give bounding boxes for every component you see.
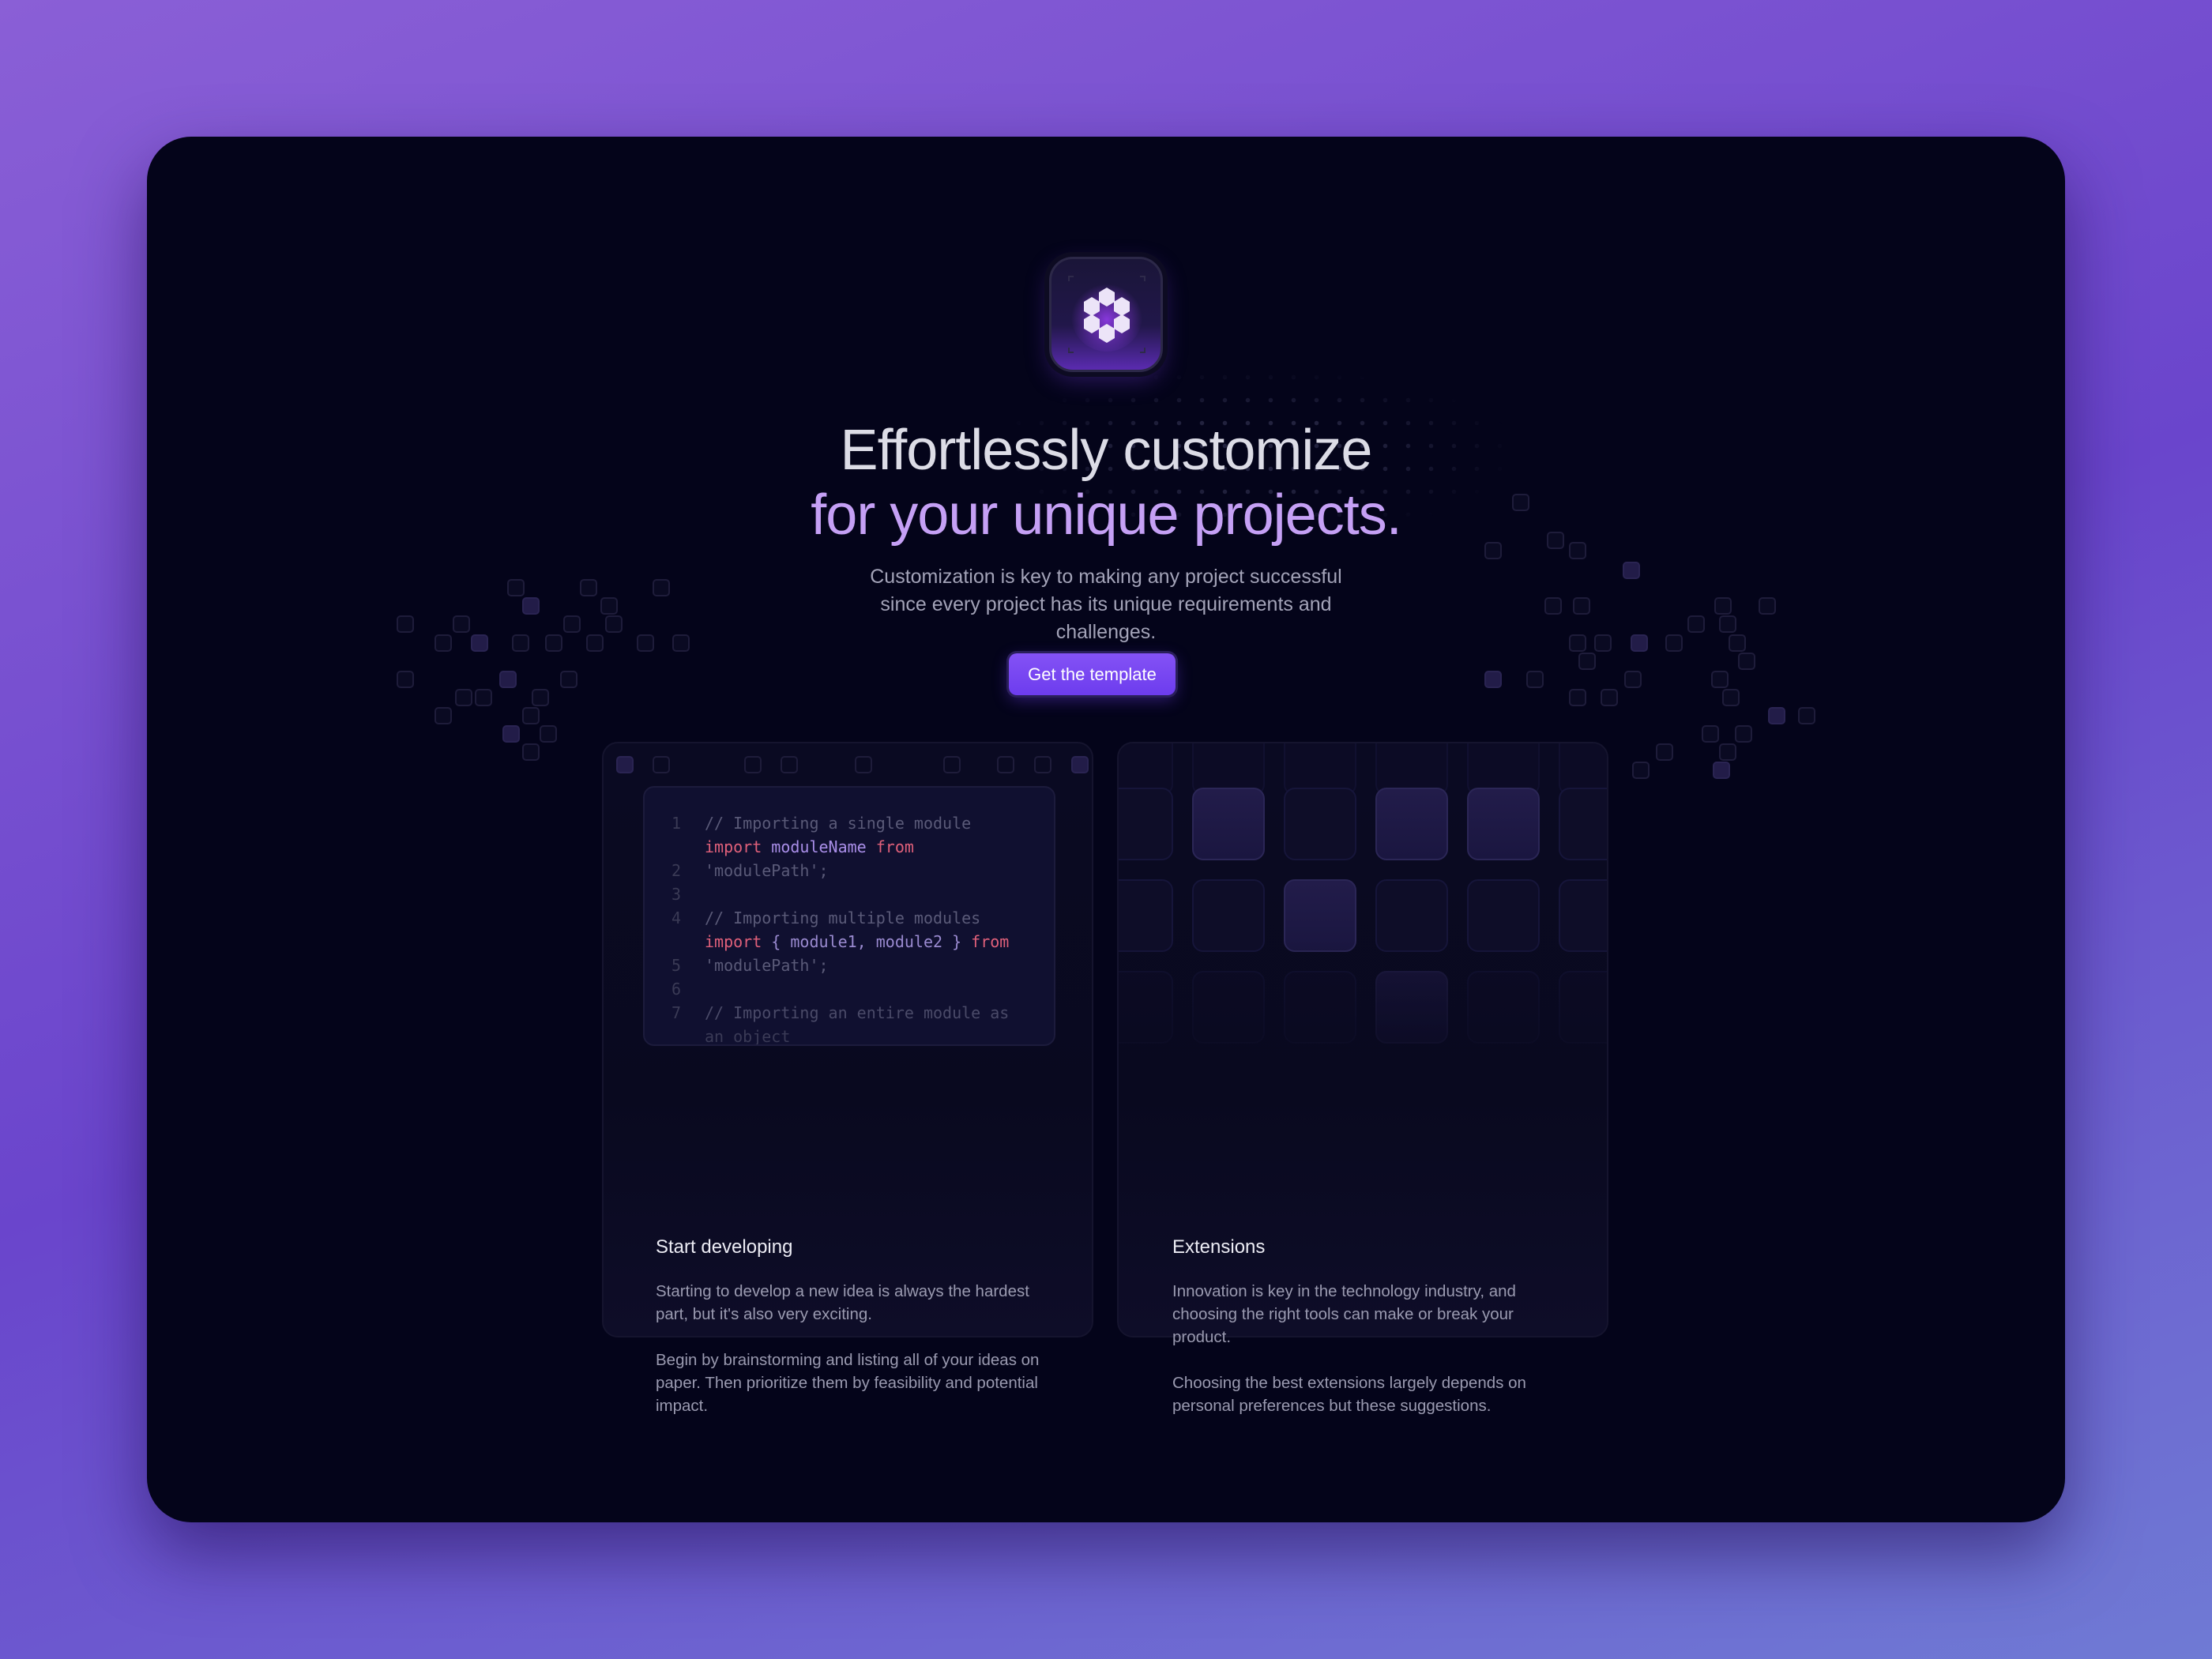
extension-tile — [1375, 788, 1448, 860]
card-paragraph: Starting to develop a new idea is always… — [656, 1282, 1029, 1323]
square-decoration — [499, 671, 517, 688]
code-line: import { module1, module2 } from — [705, 932, 1010, 951]
card-paragraph: Choosing the best extensions largely dep… — [1172, 1374, 1526, 1415]
square-decoration — [397, 615, 414, 633]
square-decoration — [1719, 615, 1736, 633]
square-decoration — [1656, 743, 1673, 761]
code-line: // Importing multiple modules — [705, 908, 981, 927]
square-decoration — [1714, 597, 1732, 615]
line-number: 4 — [671, 908, 681, 927]
square-decoration — [540, 725, 557, 743]
square-decoration — [434, 707, 452, 724]
hero-subtitle: Customization is key to making any proje… — [870, 566, 1342, 643]
square-decoration — [1759, 597, 1776, 615]
square-decoration — [600, 597, 618, 615]
square-decoration — [560, 671, 577, 688]
headline-line-2: for your unique projects. — [811, 483, 1401, 547]
card-paragraph: Begin by brainstorming and listing all o… — [656, 1351, 1040, 1415]
square-decoration — [512, 634, 529, 652]
code-snippet: 1 // Importing a single module import mod… — [643, 786, 1055, 1046]
code-line: 'modulePath'; — [705, 861, 829, 880]
square-decoration — [1526, 671, 1544, 688]
extension-tile — [1119, 788, 1173, 860]
square-decoration — [522, 707, 540, 724]
square-decoration — [522, 743, 540, 761]
square-decoration — [580, 579, 597, 596]
line-number: 5 — [671, 956, 681, 975]
square-decoration — [1632, 762, 1650, 779]
line-number: 1 — [671, 814, 681, 833]
square-decoration — [653, 756, 670, 773]
square-decoration — [1544, 597, 1562, 615]
square-decoration — [1034, 756, 1051, 773]
code-line: // Importing an entire module as — [705, 1003, 1010, 1022]
line-number: 2 — [671, 861, 681, 880]
square-decoration — [434, 634, 452, 652]
square-decoration — [502, 725, 520, 743]
square-decoration — [1594, 634, 1612, 652]
square-decoration — [1569, 634, 1586, 652]
square-decoration — [1722, 689, 1740, 706]
square-decoration — [1735, 725, 1752, 743]
code-line: 'modulePath'; — [705, 956, 829, 975]
square-decoration — [1631, 634, 1648, 652]
extension-tile — [1467, 788, 1540, 860]
extension-tile — [1192, 788, 1265, 860]
square-decoration — [855, 756, 872, 773]
square-decoration — [1798, 707, 1815, 724]
headline-line-1: Effortlessly customize — [840, 419, 1373, 482]
square-decoration — [1719, 743, 1736, 761]
square-decoration — [637, 634, 654, 652]
square-decoration — [1687, 615, 1705, 633]
square-decoration — [397, 671, 414, 688]
square-decoration — [471, 634, 488, 652]
square-decoration — [1071, 756, 1089, 773]
square-decoration — [1578, 653, 1596, 670]
code-line: import moduleName from — [705, 837, 914, 856]
extension-tile — [1559, 788, 1607, 860]
square-decoration — [1768, 707, 1785, 724]
square-decoration — [1713, 762, 1730, 779]
get-template-button[interactable]: Get the template — [1009, 653, 1176, 695]
line-number: 7 — [671, 1003, 681, 1022]
card-paragraph: Innovation is key in the technology indu… — [1172, 1282, 1516, 1346]
card-title: Extensions — [1172, 1236, 1266, 1258]
square-decoration — [453, 615, 470, 633]
square-decoration — [781, 756, 798, 773]
square-decoration — [455, 689, 472, 706]
square-decoration — [605, 615, 623, 633]
square-decoration — [507, 579, 525, 596]
square-decoration — [586, 634, 604, 652]
square-decoration — [1601, 689, 1618, 706]
square-decoration — [1573, 597, 1590, 615]
square-decoration — [1665, 634, 1683, 652]
square-decoration — [475, 689, 492, 706]
square-decoration — [563, 615, 581, 633]
square-decoration — [1624, 671, 1642, 688]
square-decoration — [1729, 634, 1746, 652]
line-number: 6 — [671, 980, 681, 999]
square-decoration — [545, 634, 562, 652]
app-window: Effortlessly customize for your unique p… — [147, 137, 2065, 1522]
hexagon-cluster-icon — [1049, 257, 1163, 372]
line-number: 3 — [671, 885, 681, 904]
square-decoration — [943, 756, 961, 773]
square-decoration — [1623, 562, 1640, 579]
square-decoration — [522, 597, 540, 615]
card-title: Start developing — [656, 1236, 793, 1258]
square-decoration — [997, 756, 1014, 773]
square-decoration — [616, 756, 634, 773]
square-decoration — [653, 579, 670, 596]
square-decoration — [672, 634, 690, 652]
extension-tile — [1284, 788, 1356, 860]
square-decoration — [1702, 725, 1719, 743]
code-line: an object — [705, 1027, 791, 1046]
square-decoration — [1569, 689, 1586, 706]
square-decoration — [532, 689, 549, 706]
square-decoration — [1711, 671, 1729, 688]
square-decoration — [1484, 671, 1502, 688]
square-decoration — [744, 756, 762, 773]
square-decoration — [1738, 653, 1755, 670]
code-line: // Importing a single module — [705, 814, 972, 833]
